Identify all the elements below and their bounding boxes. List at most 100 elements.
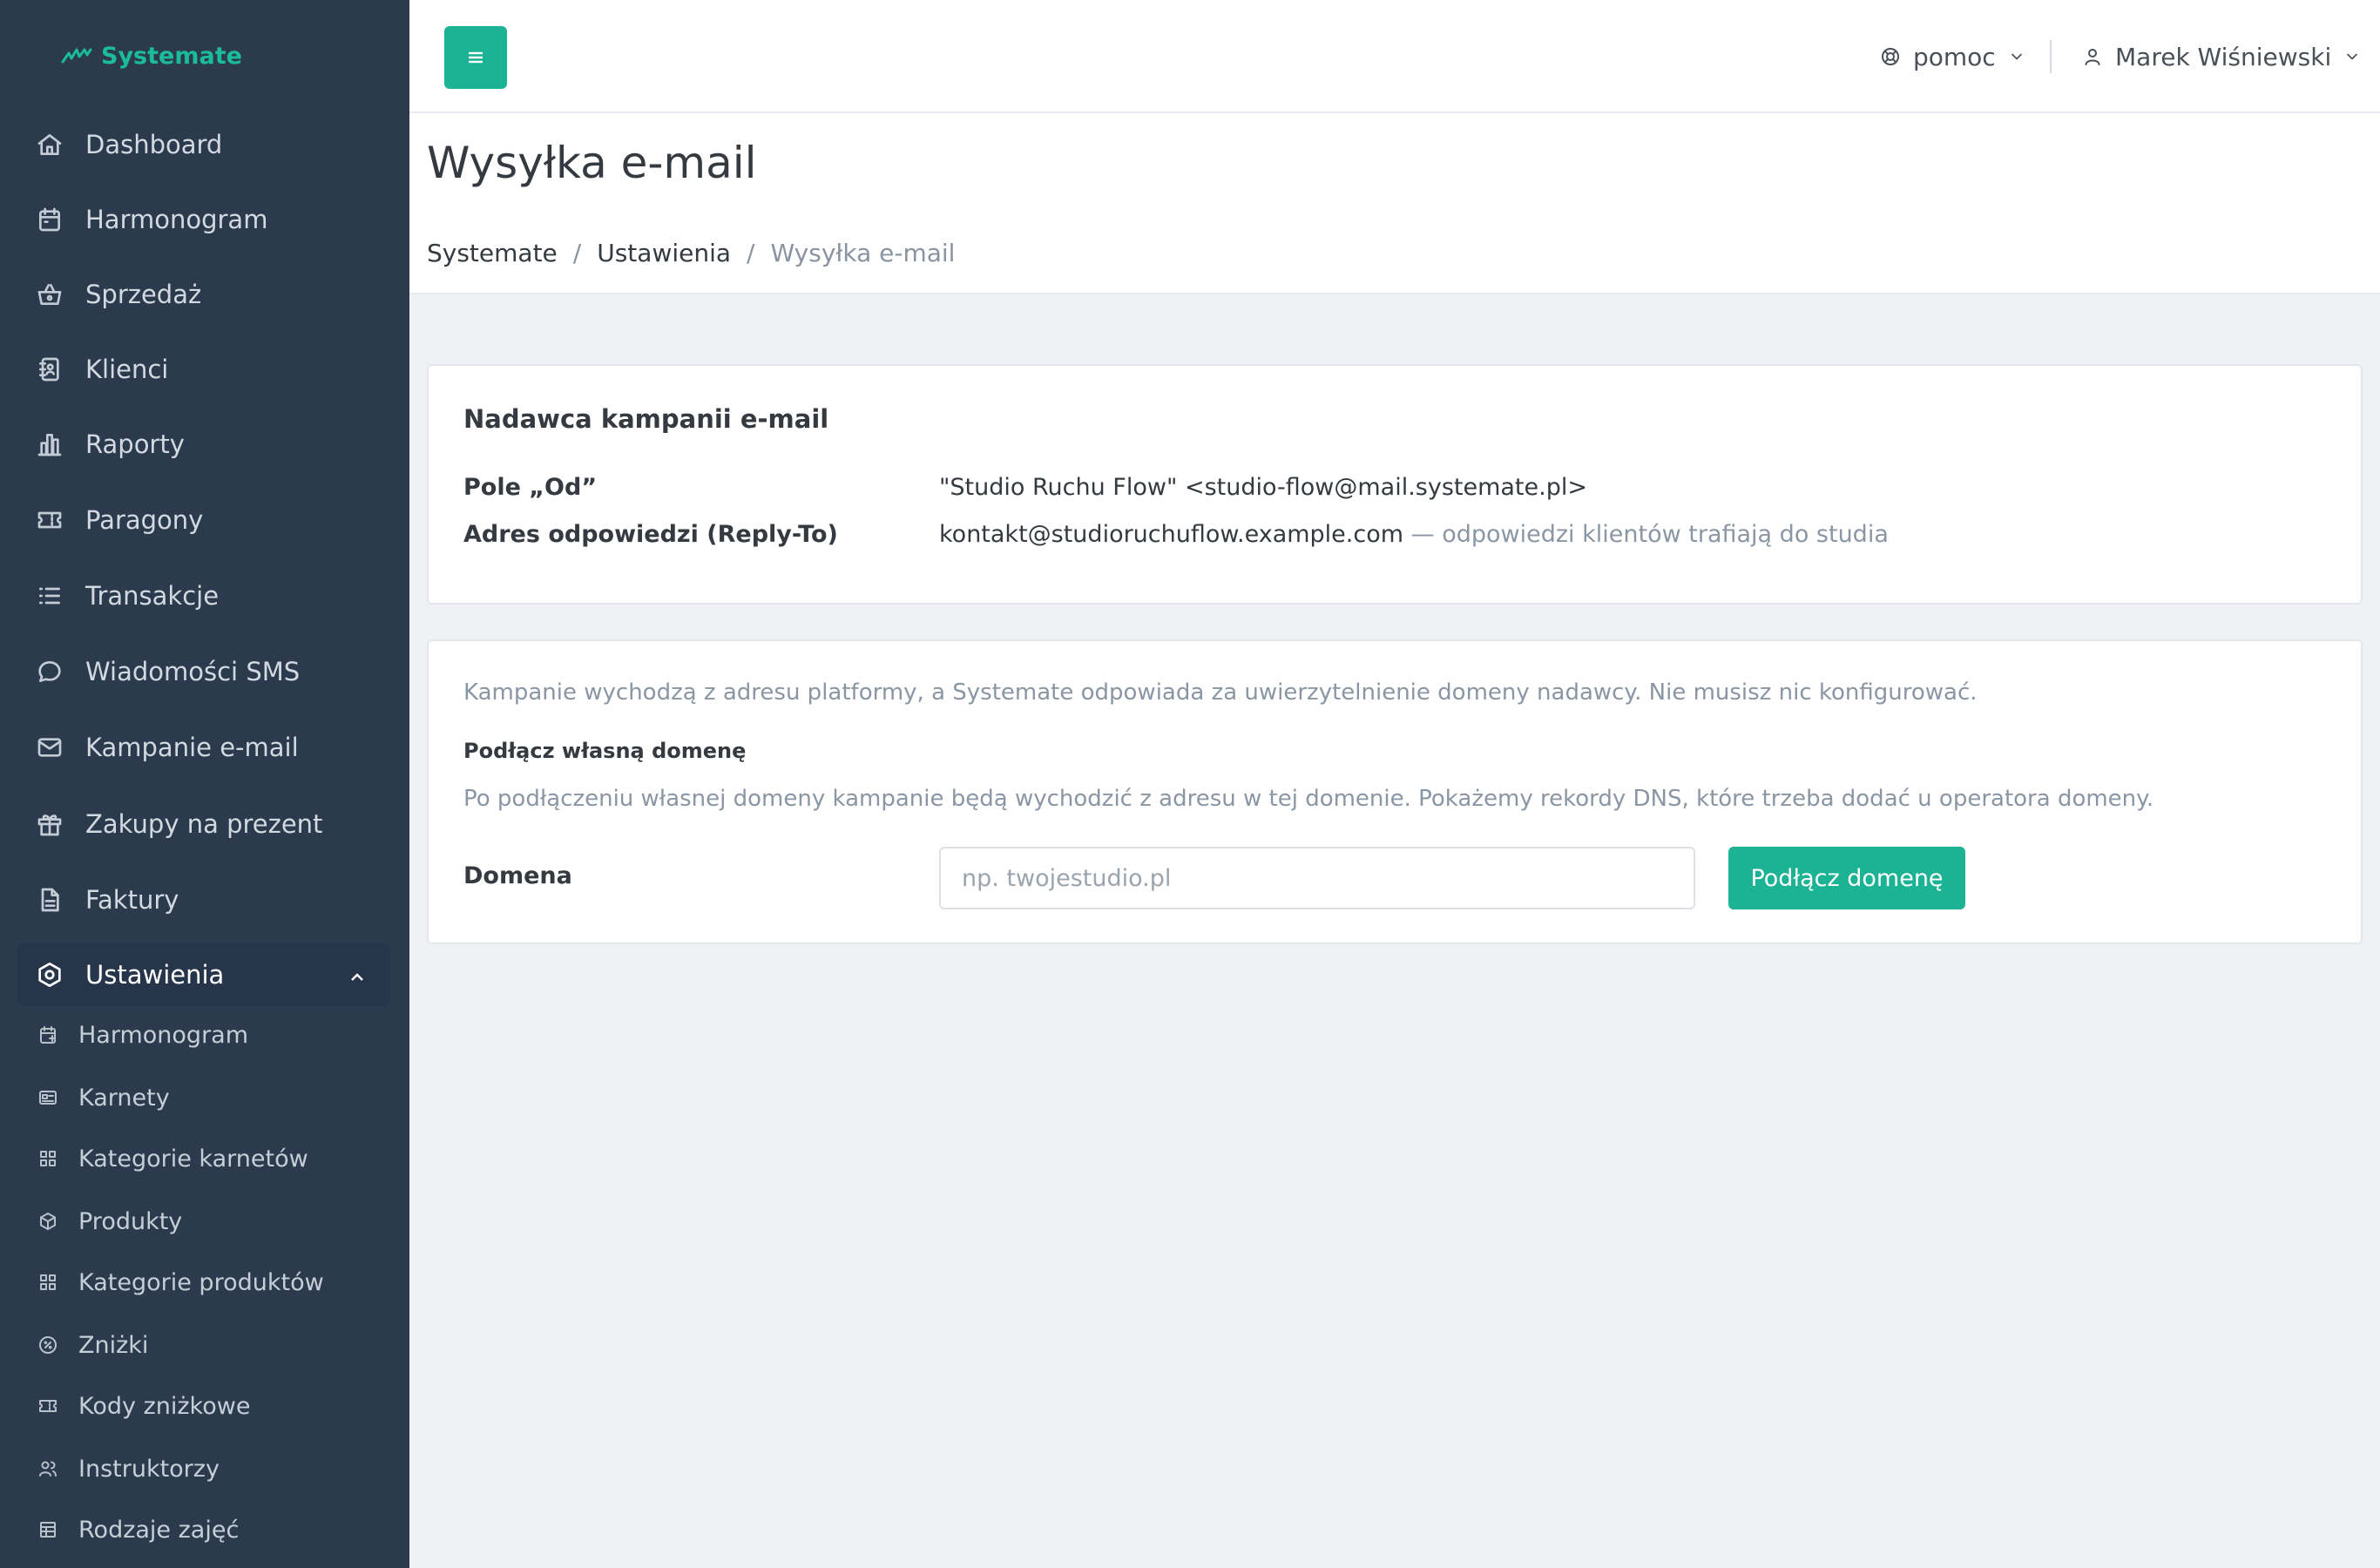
subitem-kategorie-produktow[interactable]: Kategorie produktów — [17, 1256, 390, 1308]
reply-to-label: Adres odpowiedzi (Reply-To) — [463, 521, 838, 548]
subitem-label: Produkty — [78, 1207, 183, 1235]
breadcrumb-current: Wysyłka e-mail — [770, 239, 956, 267]
sidebar-item-label: Paragony — [85, 505, 204, 535]
sidebar-item-wiadomosci-sms[interactable]: Wiadomości SMS — [17, 640, 390, 703]
breadcrumb: Systemate / Ustawienia / Wysyłka e-mail — [427, 239, 955, 267]
sidebar-item-zakupy-na-prezent[interactable]: Zakupy na prezent — [17, 793, 390, 855]
domain-input[interactable] — [939, 847, 1695, 909]
sidebar-item-paragony[interactable]: Paragony — [17, 489, 390, 551]
percent-icon — [37, 1334, 59, 1356]
sidebar-item-label: Zakupy na prezent — [85, 809, 323, 839]
sender-card: Nadawca kampanii e-mail Pole „Od” "Studi… — [427, 364, 2363, 605]
sidebar-item-label: Raporty — [85, 429, 185, 459]
subitem-label: Kategorie produktów — [78, 1268, 324, 1296]
sidebar-item-kampanie-email[interactable]: Kampanie e-mail — [17, 716, 390, 779]
subitem-kategorie-karnetow[interactable]: Kategorie karnetów — [17, 1132, 390, 1185]
subitem-harmonogram[interactable]: Harmonogram — [17, 1009, 390, 1061]
page-header: Wysyłka e-mail Systemate / Ustawienia / … — [409, 113, 2380, 294]
subitem-label: Karnety — [78, 1084, 170, 1112]
subitem-rodzaje-zajec[interactable]: Rodzaje zajęć — [17, 1504, 390, 1556]
topbar: pomoc Marek Wiśniewski — [409, 0, 2380, 113]
reply-to-value-row: kontakt@studioruchuflow.example.com — od… — [939, 521, 1889, 548]
subitem-label: Instruktorzy — [78, 1455, 220, 1483]
sidebar-item-label: Kampanie e-mail — [85, 733, 299, 762]
users-icon — [37, 1457, 59, 1480]
sidebar-item-faktury[interactable]: Faktury — [17, 868, 390, 931]
gift-icon — [35, 809, 64, 839]
table-icon — [37, 1518, 59, 1541]
chevron-down-icon — [2347, 53, 2358, 60]
sender-card-title: Nadawca kampanii e-mail — [463, 404, 829, 434]
grid-icon — [37, 1271, 59, 1294]
breadcrumb-link-systemate[interactable]: Systemate — [427, 239, 558, 267]
help-dropdown[interactable]: pomoc — [1880, 35, 2025, 78]
sidebar-item-label: Dashboard — [85, 130, 223, 159]
breadcrumb-separator: / — [747, 239, 755, 267]
bar-chart-icon — [35, 429, 64, 459]
chevron-up-icon[interactable] — [347, 964, 368, 985]
list-icon — [35, 581, 64, 611]
user-icon — [2085, 49, 2100, 65]
home-icon — [35, 130, 64, 159]
subitem-label: Zniżki — [78, 1331, 149, 1359]
sidebar-item-ustawienia[interactable]: Ustawienia — [17, 943, 390, 1006]
subitem-label: Harmonogram — [78, 1021, 249, 1049]
chat-icon — [35, 657, 64, 686]
user-name: Marek Wiśniewski — [2115, 42, 2332, 71]
own-domain-subtitle: Podłącz własną domenę — [463, 739, 747, 763]
box-icon — [37, 1210, 59, 1233]
brand-logo[interactable]: Systemate — [61, 38, 242, 73]
sidebar-item-klienci[interactable]: Klienci — [17, 338, 390, 401]
from-label: Pole „Od” — [463, 474, 598, 501]
sidebar-item-sprzedaz[interactable]: Sprzedaż — [17, 263, 390, 326]
chevron-down-icon — [2011, 53, 2022, 60]
subitem-instruktorzy[interactable]: Instruktorzy — [17, 1443, 390, 1495]
connect-domain-button[interactable]: Podłącz domenę — [1728, 847, 1965, 909]
subitem-label: Kategorie karnetów — [78, 1145, 308, 1173]
subitem-karnety[interactable]: Karnety — [17, 1071, 390, 1124]
page-title: Wysyłka e-mail — [427, 138, 757, 188]
card-icon — [37, 1086, 59, 1109]
hamburger-icon — [469, 51, 483, 64]
subitem-kody-znizkowe[interactable]: Kody zniżkowe — [17, 1380, 390, 1432]
sidebar-item-dashboard[interactable]: Dashboard — [17, 113, 390, 176]
sidebar-item-transakcje[interactable]: Transakcje — [17, 564, 390, 627]
subitem-produkty[interactable]: Produkty — [17, 1195, 390, 1247]
mail-icon — [35, 733, 64, 762]
basket-icon — [35, 280, 64, 309]
sidebar-item-label: Ustawienia — [85, 960, 225, 990]
settings-icon — [35, 960, 64, 990]
sidebar-item-label: Sprzedaż — [85, 280, 202, 309]
contacts-icon — [35, 355, 64, 384]
topbar-divider — [2050, 40, 2052, 73]
breadcrumb-separator: / — [572, 239, 582, 267]
sidebar-item-label: Harmonogram — [85, 205, 268, 234]
platform-info-text: Kampanie wychodzą z adresu platformy, a … — [463, 679, 1978, 706]
lifebuoy-icon — [1882, 48, 1899, 65]
domain-card: Kampanie wychodzą z adresu platformy, a … — [427, 639, 2363, 944]
sidebar-item-harmonogram[interactable]: Harmonogram — [17, 188, 390, 251]
menu-toggle-button[interactable] — [444, 26, 507, 89]
breadcrumb-link-ustawienia[interactable]: Ustawienia — [597, 239, 731, 267]
help-label: pomoc — [1913, 42, 1996, 71]
user-menu-dropdown[interactable]: Marek Wiśniewski — [2082, 35, 2361, 78]
ticket-icon — [37, 1395, 59, 1417]
reply-to-note: — odpowiedzi klientów trafiają do studia — [1410, 521, 1889, 548]
sidebar-item-label: Wiadomości SMS — [85, 657, 301, 686]
subitem-label: Kody zniżkowe — [78, 1392, 251, 1420]
subitem-label: Rodzaje zajęć — [78, 1516, 240, 1544]
ticket-icon — [35, 505, 64, 535]
sidebar-item-label: Faktury — [85, 885, 179, 915]
grid-icon — [37, 1147, 59, 1170]
reply-to-value: kontakt@studioruchuflow.example.com — [939, 521, 1404, 548]
brand-name: Systemate — [101, 42, 242, 70]
from-value: "Studio Ruchu Flow" <studio-flow@mail.sy… — [939, 474, 1587, 501]
domain-label: Domena — [463, 862, 572, 889]
sidebar-item-label: Transakcje — [85, 581, 220, 611]
sidebar-item-label: Klienci — [85, 355, 169, 384]
sidebar-item-raporty[interactable]: Raporty — [17, 413, 390, 476]
logo-icon — [61, 48, 92, 64]
subitem-znizki[interactable]: Zniżki — [17, 1319, 390, 1371]
calendar-icon — [35, 205, 64, 234]
calendar-icon — [37, 1024, 59, 1046]
